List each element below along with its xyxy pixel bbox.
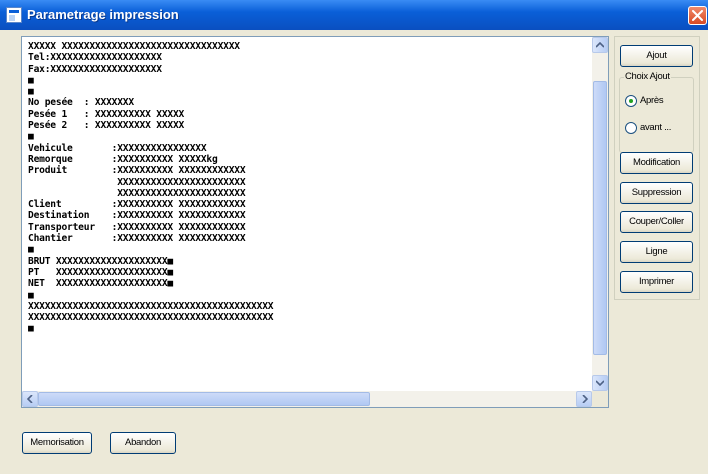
radio-selected-dot [629,99,633,103]
choix-ajout-label: Choix Ajout [624,71,671,82]
vertical-scroll-thumb[interactable] [593,81,607,355]
radio-apres[interactable] [625,95,637,107]
scroll-up-button[interactable] [592,37,608,53]
vertical-scrollbar[interactable] [592,37,608,391]
printer-settings-icon [6,7,22,23]
close-button[interactable] [688,6,707,25]
arrow-down-icon [596,380,604,386]
scroll-down-button[interactable] [592,375,608,391]
arrow-right-icon [582,395,588,403]
horizontal-scrollbar[interactable] [22,391,592,407]
modification-button[interactable]: Modification [620,152,693,174]
scroll-left-button[interactable] [22,391,38,407]
suppression-button[interactable]: Suppression [620,182,693,204]
window-title: Parametrage impression [27,7,179,22]
title-bar[interactable]: Parametrage impression [0,0,708,30]
ligne-button[interactable]: Ligne [620,241,693,263]
print-template-editor[interactable]: XXXXX XXXXXXXXXXXXXXXXXXXXXXXXXXXXXXXX T… [21,36,609,408]
radio-avant[interactable] [625,122,637,134]
couper-coller-button[interactable]: Couper/Coller [620,211,693,233]
close-icon [692,10,703,21]
horizontal-scroll-thumb[interactable] [38,392,370,406]
arrow-up-icon [596,42,604,48]
radio-apres-label[interactable]: Après [640,95,664,106]
ajout-button[interactable]: Ajout [620,45,693,67]
editor-content[interactable]: XXXXX XXXXXXXXXXXXXXXXXXXXXXXXXXXXXXXX T… [28,41,274,335]
abandon-button[interactable]: Abandon [110,432,176,454]
radio-avant-label[interactable]: avant ... [640,122,671,133]
imprimer-button[interactable]: Imprimer [620,271,693,293]
scroll-corner [592,391,608,407]
scroll-right-button[interactable] [576,391,592,407]
memorisation-button[interactable]: Memorisation [22,432,92,454]
arrow-left-icon [27,395,33,403]
choix-ajout-group [619,77,694,153]
